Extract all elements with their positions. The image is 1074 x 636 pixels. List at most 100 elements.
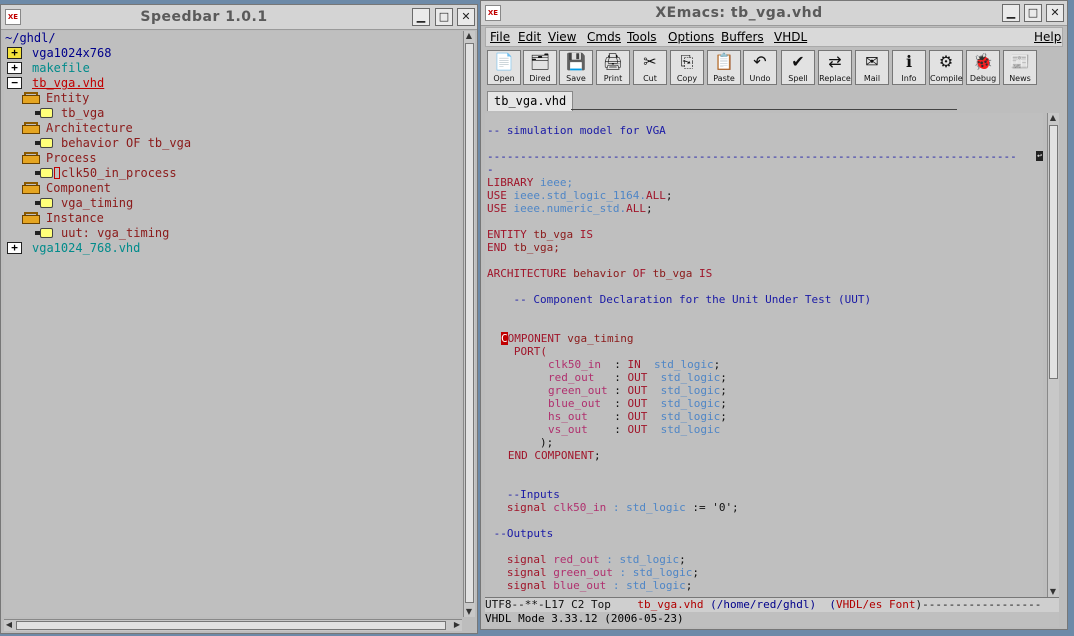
- tag-icon: [35, 198, 53, 208]
- save-button[interactable]: 💾 Save: [559, 50, 593, 85]
- print-button[interactable]: 🖨 Print: [596, 50, 630, 85]
- debug-icon: 🐞: [973, 52, 993, 71]
- spell-button[interactable]: ✔ Spell: [781, 50, 815, 85]
- debug-button[interactable]: 🐞 Debug: [966, 50, 1000, 85]
- speedbar-vertical-scrollbar[interactable]: ▲ ▼: [463, 31, 475, 617]
- maximize-icon[interactable]: □: [435, 8, 453, 26]
- tree-category-instance[interactable]: Instance: [4, 211, 304, 226]
- scroll-down-icon[interactable]: ▼: [1048, 587, 1058, 597]
- collapse-icon[interactable]: −: [7, 77, 22, 89]
- info-icon: ℹ: [905, 52, 913, 71]
- tree-file-makefile[interactable]: + makefile: [4, 61, 304, 76]
- tag-icon: [35, 108, 53, 118]
- code-line: USE ieee.std_logic_1164.ALL;: [487, 189, 673, 202]
- close-icon[interactable]: ✕: [1046, 4, 1064, 22]
- tab-tb-vga[interactable]: tb_vga.vhd: [487, 91, 574, 111]
- tree-category-process[interactable]: Process: [4, 151, 304, 166]
- tree-category-component[interactable]: Component: [4, 181, 304, 196]
- menu-view[interactable]: View: [548, 30, 576, 44]
- scroll-left-icon[interactable]: ◀: [4, 620, 14, 630]
- code-line: signal blue_out : std_logic;: [487, 579, 693, 592]
- mail-icon: ✉: [865, 52, 879, 71]
- code-editor[interactable]: -- simulation model for VGA ------------…: [485, 113, 1043, 597]
- code-line: signal red_out : std_logic;: [487, 553, 686, 566]
- replace-icon: ⇄: [828, 52, 842, 71]
- compile-button[interactable]: ⚙ Compile: [929, 50, 963, 85]
- tab-underline: [571, 109, 957, 110]
- tree-file-vga1024-768[interactable]: + vga1024_768.vhd: [4, 241, 304, 256]
- editor-vertical-scrollbar[interactable]: ▲ ▼: [1047, 113, 1059, 597]
- undo-button[interactable]: ↶ Undo: [743, 50, 777, 85]
- code-line: END tb_vga;: [487, 241, 560, 254]
- expand-icon[interactable]: +: [7, 47, 22, 59]
- menu-help[interactable]: Help: [1034, 30, 1061, 44]
- tree-item-behavior[interactable]: behavior OF tb_vga: [4, 136, 304, 151]
- menu-file[interactable]: File: [490, 30, 510, 44]
- toolbar: 📄 Open 🗂 Dired 💾 Save 🖨 Print ✂ Cut ⎘ Copy 📋 Pa…: [485, 49, 1063, 87]
- line-wrap-icon: ↩: [1036, 151, 1043, 161]
- cut-icon: ✂: [643, 52, 657, 71]
- folder-icon: [22, 212, 40, 224]
- code-line: ENTITY tb_vga IS: [487, 228, 593, 241]
- compile-icon: ⚙: [938, 52, 954, 71]
- copy-icon: ⎘: [680, 52, 694, 71]
- tree-item-tb-vga[interactable]: tb_vga: [4, 106, 304, 121]
- code-line: signal clk50_in : std_logic := '0';: [487, 501, 739, 514]
- code-line: -- simulation model for VGA: [487, 124, 666, 137]
- scroll-up-icon[interactable]: ▲: [1048, 113, 1058, 123]
- info-button[interactable]: ℹ Info: [892, 50, 926, 85]
- speedbar-titlebar[interactable]: XE Speedbar 1.0.1 ▁ □ ✕: [1, 5, 477, 30]
- menu-edit[interactable]: Edit: [518, 30, 541, 44]
- minimize-icon[interactable]: ▁: [412, 8, 430, 26]
- modeline-mode: VHDL/es: [836, 598, 883, 611]
- mail-button[interactable]: ✉ Mail: [855, 50, 889, 85]
- point-cursor: [54, 167, 60, 179]
- cut-button[interactable]: ✂ Cut: [633, 50, 667, 85]
- code-line: LIBRARY ieee;: [487, 176, 574, 189]
- dired-button[interactable]: 🗂 Dired: [523, 50, 557, 85]
- speedbar-horizontal-scrollbar[interactable]: ◀ ▶: [4, 619, 462, 631]
- scroll-up-icon[interactable]: ▲: [464, 31, 474, 41]
- scroll-right-icon[interactable]: ▶: [452, 620, 462, 630]
- scroll-thumb[interactable]: [16, 621, 446, 630]
- menu-buffers[interactable]: Buffers: [721, 30, 764, 44]
- xemacs-titlebar[interactable]: XE XEmacs: tb_vga.vhd ▁ □ ✕: [481, 1, 1067, 26]
- paste-button[interactable]: 📋 Paste: [707, 50, 741, 85]
- code-line: -: [487, 163, 494, 176]
- code-line-port: red_out : OUT std_logic;: [548, 371, 727, 384]
- tree-file-tb-vga[interactable]: − tb_vga.vhd: [4, 76, 304, 91]
- menu-options[interactable]: Options: [668, 30, 714, 44]
- menu-vhdl[interactable]: VHDL: [774, 30, 807, 44]
- code-line-port: clk50_in : IN std_logic;: [548, 358, 721, 371]
- tree-item-uut[interactable]: uut: vga_timing: [4, 226, 304, 241]
- open-button[interactable]: 📄 Open: [487, 50, 521, 85]
- undo-icon: ↶: [753, 52, 767, 71]
- scroll-thumb[interactable]: [465, 43, 474, 603]
- code-line: );: [487, 436, 554, 449]
- dired-icon: 🗂: [529, 52, 551, 71]
- copy-button[interactable]: ⎘ Copy: [670, 50, 704, 85]
- minimize-icon[interactable]: ▁: [1002, 4, 1020, 22]
- buffer-tabs: tb_vga.vhd: [485, 89, 1063, 111]
- tree-dir-vga1024x768[interactable]: + vga1024x768: [4, 46, 304, 61]
- tree-category-entity[interactable]: Entity: [4, 91, 304, 106]
- xemacs-title: XEmacs: tb_vga.vhd: [655, 5, 823, 21]
- close-icon[interactable]: ✕: [457, 8, 475, 26]
- replace-button[interactable]: ⇄ Replace: [818, 50, 852, 85]
- tree-category-architecture[interactable]: Architecture: [4, 121, 304, 136]
- maximize-icon[interactable]: □: [1024, 4, 1042, 22]
- tree-item-vga-timing[interactable]: vga_timing: [4, 196, 304, 211]
- menu-tools[interactable]: Tools: [627, 30, 657, 44]
- open-icon: 📄: [494, 52, 514, 71]
- expand-icon[interactable]: +: [7, 242, 22, 254]
- tag-icon: [35, 138, 53, 148]
- tree-item-clk50-process[interactable]: clk50_in_process: [4, 166, 304, 181]
- text-cursor: C: [501, 332, 508, 345]
- menu-cmds[interactable]: Cmds: [587, 30, 621, 44]
- news-button[interactable]: 📰 News: [1003, 50, 1037, 85]
- scroll-down-icon[interactable]: ▼: [464, 607, 474, 617]
- expand-icon[interactable]: +: [7, 62, 22, 74]
- folder-icon: [22, 122, 40, 134]
- scroll-thumb[interactable]: [1049, 125, 1058, 379]
- spell-icon: ✔: [791, 52, 805, 71]
